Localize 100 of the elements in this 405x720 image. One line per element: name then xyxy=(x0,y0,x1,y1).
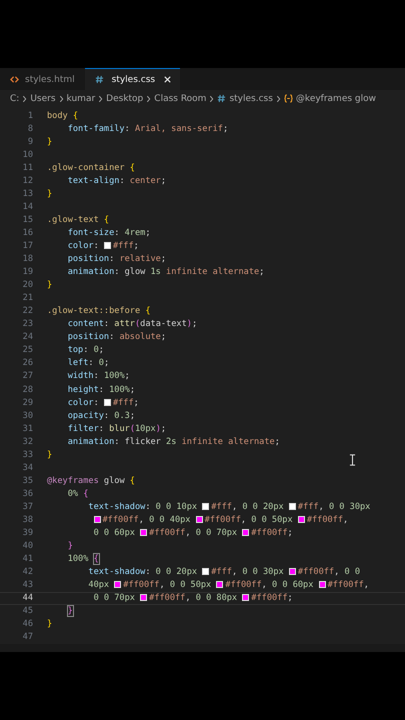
code-line: .glow-text::before { xyxy=(47,306,150,316)
color-swatch[interactable] xyxy=(94,516,100,523)
code-line: 100% { xyxy=(66,554,99,564)
line-number: 46 xyxy=(22,619,33,630)
line-number: 42 xyxy=(22,567,33,578)
line-number: 29 xyxy=(22,398,33,408)
line-number: 36 xyxy=(22,488,33,499)
color-swatch[interactable] xyxy=(114,581,122,588)
color-swatch[interactable] xyxy=(318,581,326,588)
line-number: 20 xyxy=(22,280,33,290)
color-swatch[interactable] xyxy=(288,568,296,576)
code-line: position: absolute; xyxy=(66,332,166,342)
line-number: 13 xyxy=(22,188,33,199)
line-number: 32 xyxy=(22,436,33,447)
code-line: @keyframes glow { xyxy=(47,476,135,486)
line-number: 27 xyxy=(22,371,33,382)
chevron-icon xyxy=(209,94,214,102)
text-cursor-icon xyxy=(349,454,356,466)
code-line: } xyxy=(66,606,73,616)
code-line: animation: glow 1s infinite alternate; xyxy=(66,267,264,278)
editor-tab[interactable]: styles.css xyxy=(84,68,180,90)
line-number: 21 xyxy=(22,293,33,304)
line-number: 34 xyxy=(22,462,33,473)
code-line: 0 0 60px #ff00ff, 0 0 70px #ff00ff; xyxy=(92,528,293,538)
color-swatch[interactable] xyxy=(104,242,111,249)
line-number: 30 xyxy=(22,410,33,421)
line-number: 41 xyxy=(22,554,33,564)
code-line: content: attr(data-text); xyxy=(66,319,198,330)
code-line: 0 0 70px #ff00ff, 0 0 80px #ff00ff; xyxy=(92,593,293,604)
code-line: filter: blur(10px); xyxy=(66,424,166,434)
breadcrumb-item[interactable]: @keyframes glow xyxy=(296,94,376,104)
code-line: top: 0; xyxy=(66,345,104,356)
line-number: 39 xyxy=(22,528,33,538)
code-line: #ff00ff, 0 0 40px #ff00ff, 0 0 50px #ff00ff, xyxy=(47,514,348,525)
line-number: 40 xyxy=(22,541,33,552)
line-number: 16 xyxy=(22,228,33,238)
line-number: 24 xyxy=(22,332,33,342)
line-number: 15 xyxy=(22,214,33,225)
color-swatch[interactable] xyxy=(202,502,210,510)
color-swatch[interactable] xyxy=(242,529,250,536)
code-line: text-shadow: 0 0 10px #fff, 0 0 20px #fff, 0 0 30px xyxy=(87,502,370,512)
line-number: 26 xyxy=(22,358,33,368)
line-number: 14 xyxy=(22,202,33,212)
code-brackets-icon xyxy=(10,75,19,84)
color-swatch[interactable] xyxy=(288,502,296,510)
code-line: width: 100%; xyxy=(66,371,130,382)
line-number: 1 xyxy=(26,110,33,121)
code-line: .glow-text { xyxy=(47,214,110,225)
chevron-icon xyxy=(98,94,104,102)
line-number: 28 xyxy=(22,384,33,394)
line-number: 43 xyxy=(22,580,33,590)
line-number: 38 xyxy=(22,514,33,525)
line-number: 31 xyxy=(22,424,33,434)
breadcrumb-item[interactable]: Class Room xyxy=(154,94,206,104)
code-line: font-family: Arial, sans-serif; xyxy=(66,124,228,134)
color-swatch[interactable] xyxy=(202,568,210,576)
code-line: height: 100%; xyxy=(66,384,135,394)
chevron-icon xyxy=(146,94,152,102)
line-number: 10 xyxy=(22,150,33,160)
line-number: 22 xyxy=(22,306,33,316)
close-icon[interactable] xyxy=(163,75,172,84)
code-line: opacity: 0.3; xyxy=(66,410,135,421)
code-line: } xyxy=(47,450,52,460)
line-number: 23 xyxy=(22,319,33,330)
code-line: text-align: center; xyxy=(66,176,166,186)
chevron-icon xyxy=(276,94,281,102)
line-number: 47 xyxy=(22,632,33,642)
line-number: 9 xyxy=(26,136,33,147)
line-number: 18 xyxy=(22,254,33,264)
line-number: 44 xyxy=(22,593,33,604)
code-line: left: 0; xyxy=(66,358,110,368)
color-swatch[interactable] xyxy=(298,516,305,523)
chevron-icon xyxy=(22,94,28,102)
code-line: font-size: 4rem; xyxy=(66,228,151,238)
line-number: 45 xyxy=(22,606,33,616)
breadcrumb-item[interactable]: C: xyxy=(10,94,20,104)
line-number: 25 xyxy=(22,345,33,356)
chevron-icon xyxy=(58,94,64,102)
code-line: body { xyxy=(47,110,78,121)
code-line: .glow-container { xyxy=(47,162,135,173)
hash-icon xyxy=(217,94,226,103)
color-swatch[interactable] xyxy=(140,529,148,536)
color-swatch[interactable] xyxy=(216,581,224,588)
color-swatch[interactable] xyxy=(104,398,111,406)
breadcrumb-item[interactable]: kumar xyxy=(66,94,96,104)
code-line: } xyxy=(47,188,52,199)
color-swatch[interactable] xyxy=(140,594,148,602)
code-line: position: relative; xyxy=(66,254,166,264)
code-line: } xyxy=(47,136,52,147)
color-swatch[interactable] xyxy=(196,516,203,523)
color-swatch[interactable] xyxy=(242,594,250,602)
code-line: color: #fff; xyxy=(66,240,139,251)
line-number: 12 xyxy=(22,176,33,186)
breadcrumb-item[interactable]: styles.css xyxy=(229,94,273,104)
code-line: text-shadow: 0 0 20px #fff, 0 0 30px #ff00ff, 0 0 xyxy=(87,567,360,578)
breadcrumb-item[interactable]: Desktop xyxy=(106,94,144,104)
hash-icon xyxy=(94,75,104,84)
code-line: animation: flicker 2s infinite alternate; xyxy=(66,436,280,447)
breadcrumb-item[interactable]: Users xyxy=(30,94,56,104)
code-line: color: #fff; xyxy=(66,398,139,408)
